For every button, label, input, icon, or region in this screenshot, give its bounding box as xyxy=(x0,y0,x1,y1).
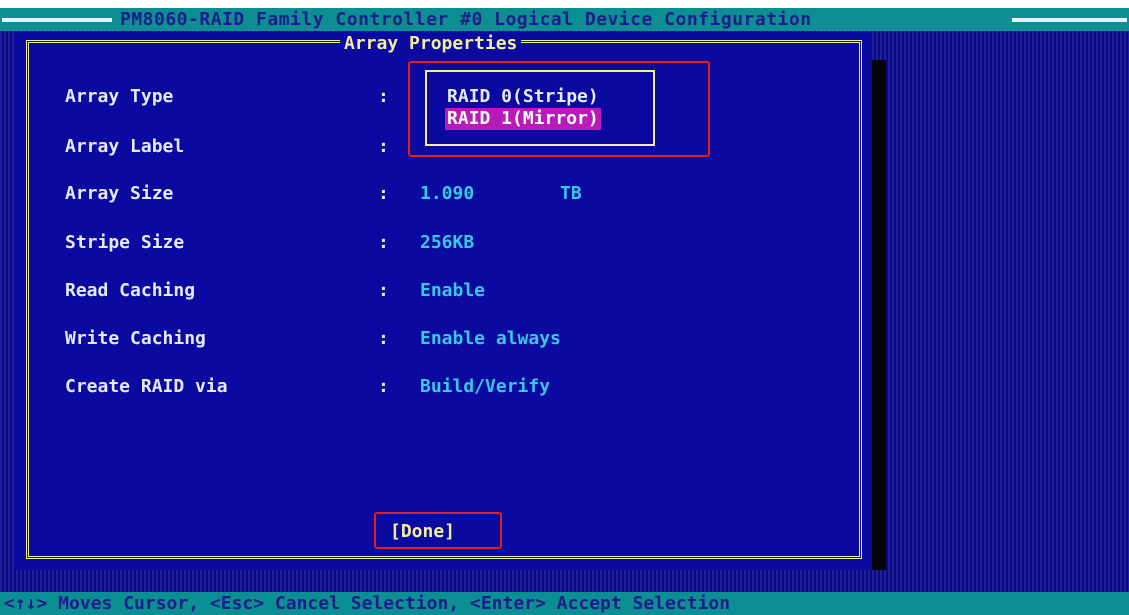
annotation-done-box xyxy=(374,512,502,549)
field-stripe-size[interactable]: Stripe Size xyxy=(65,231,184,255)
field-array-type[interactable]: Array Type xyxy=(65,85,173,109)
field-label: Read Caching xyxy=(65,280,196,301)
dialog-shadow xyxy=(872,60,886,570)
field-label: Write Caching xyxy=(65,328,206,349)
field-colon: : xyxy=(378,280,389,301)
field-colon: : xyxy=(378,232,389,253)
field-colon: : xyxy=(378,328,389,349)
field-label: Array Label xyxy=(65,136,185,157)
field-colon: : xyxy=(378,136,389,157)
field-array-label[interactable]: Array Label xyxy=(65,135,184,159)
annotation-highlight-box xyxy=(408,61,710,157)
field-write-caching[interactable]: Write Caching xyxy=(65,327,206,351)
field-label: Stripe Size xyxy=(65,232,185,253)
top-strip xyxy=(0,0,1129,8)
read-caching-value[interactable]: Enable xyxy=(420,279,485,303)
create-raid-via-value[interactable]: Build/Verify xyxy=(420,375,550,399)
title-rule-right xyxy=(1012,18,1127,22)
array-size-value[interactable]: 1.090 xyxy=(420,182,474,206)
window-title: PM8060-RAID Family Controller #0 Logical… xyxy=(120,9,812,30)
key-hint-text: <↑↓> Moves Cursor, <Esc> Cancel Selectio… xyxy=(4,593,731,614)
dialog-title: Array Properties xyxy=(340,34,522,54)
write-caching-value[interactable]: Enable always xyxy=(420,327,561,351)
stripe-size-value[interactable]: 256KB xyxy=(420,231,474,255)
field-array-size[interactable]: Array Size xyxy=(65,182,173,206)
field-colon: : xyxy=(378,376,389,397)
array-size-unit: TB xyxy=(560,183,582,204)
field-create-raid-via[interactable]: Create RAID via xyxy=(65,375,228,399)
field-colon: : xyxy=(378,183,389,204)
title-rule-left xyxy=(2,18,112,22)
status-bar: <↑↓> Moves Cursor, <Esc> Cancel Selectio… xyxy=(0,592,1129,615)
field-label: Array Type xyxy=(65,86,174,107)
title-bar: PM8060-RAID Family Controller #0 Logical… xyxy=(0,8,1129,31)
field-label: Array Size xyxy=(65,183,174,204)
field-read-caching[interactable]: Read Caching xyxy=(65,279,195,303)
field-label: Create RAID via xyxy=(65,376,228,397)
field-colon: : xyxy=(378,86,389,107)
